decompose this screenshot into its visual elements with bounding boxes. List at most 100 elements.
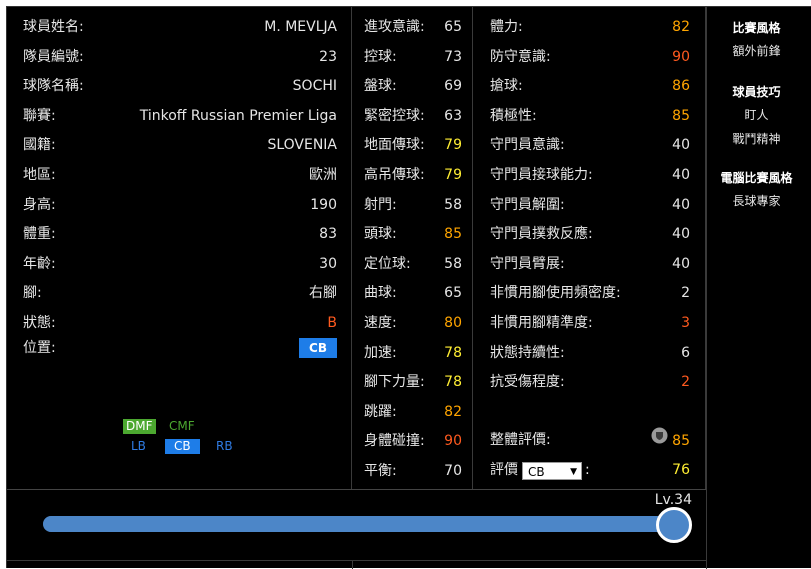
level-slider-fill xyxy=(43,516,673,532)
profile-row-value: Tinkoff Russian Premier Liga xyxy=(139,107,337,124)
attribute-row-value: 90 xyxy=(672,48,690,65)
attribute-row-value: 58 xyxy=(444,196,462,213)
attribute-row-label: 腳下力量: xyxy=(364,374,425,391)
attribute-row-value: 6 xyxy=(681,344,690,361)
attribute-row-label: 守門員解圍: xyxy=(490,196,565,213)
profile-row: 聯賽: Tinkoff Russian Premier Liga xyxy=(23,102,337,132)
skills-title: 球員技巧 xyxy=(732,85,781,99)
profile-row: 腳: 右腳 xyxy=(23,279,337,309)
attribute-row-label: 速度: xyxy=(364,315,397,331)
attribute-row-value: 65 xyxy=(444,285,462,302)
profile-row-value: 30 xyxy=(319,255,337,272)
attribute-row-label: 高吊傳球: xyxy=(364,167,425,183)
attribute-row-label: 防守意識: xyxy=(490,48,551,65)
attribute-row-value: 40 xyxy=(672,255,690,272)
rating-value: 76 xyxy=(672,462,690,478)
attribute-row-value: 79 xyxy=(444,167,462,183)
profile-row-value: 23 xyxy=(319,48,337,65)
attribute-row: 狀態持續性: 6 xyxy=(490,339,690,369)
overall-row: 整體評價: 85 xyxy=(490,426,690,456)
attribute-row: 守門員撲救反應: 40 xyxy=(490,220,690,250)
attribute-row: 高吊傳球: 79 xyxy=(364,161,462,191)
attribute-row: 身體碰撞: 90 xyxy=(364,427,462,457)
profile-row-value: 190 xyxy=(310,196,337,213)
attribute-row-value: 40 xyxy=(672,226,690,243)
attribute-row-label: 曲球: xyxy=(364,285,397,302)
attribute-row-value: 69 xyxy=(444,78,462,95)
attribute-row: 盤球: 69 xyxy=(364,72,462,102)
attribute-row-label: 守門員接球能力: xyxy=(490,167,593,183)
attribute-row-value: 65 xyxy=(444,19,462,35)
level-slider-thumb[interactable] xyxy=(656,507,692,543)
level-slider-track[interactable] xyxy=(43,507,692,543)
attribute-row-label: 非慣用腳使用頻密度: xyxy=(490,285,621,302)
attribute-row-value: 40 xyxy=(672,196,690,213)
attribute-row-label: 定位球: xyxy=(364,255,411,272)
rating-position-select[interactable]: CB ▼ xyxy=(522,461,582,480)
profile-row-label: 體重: xyxy=(23,226,56,243)
attribute-row-value: 86 xyxy=(672,78,690,95)
attribute-row-value: 79 xyxy=(444,137,462,154)
skill-item: 戰鬥精神 xyxy=(732,132,781,146)
attribute-row-label: 盤球: xyxy=(364,78,397,95)
side-panel: 比賽風格 額外前鋒 球員技巧 盯人 戰鬥精神 電腦比賽風格 長球專家 xyxy=(706,7,806,569)
position-badge: CB xyxy=(299,338,337,358)
attribute-row-label: 緊密控球: xyxy=(364,107,425,124)
attribute-row: 守門員解圍: 40 xyxy=(490,191,690,221)
profile-row-value: 83 xyxy=(319,226,337,243)
attribute-row-value: 40 xyxy=(672,167,690,183)
attribute-row: 守門員臂展: 40 xyxy=(490,250,690,280)
attribute-row: 進攻意識: 65 xyxy=(364,13,462,43)
position-map: DMF CMF LB CB RB xyxy=(119,417,239,457)
profile-row-label: 身高: xyxy=(23,196,56,213)
profile-row: 年齡: 30 xyxy=(23,250,337,280)
attribute-row: 搶球: 86 xyxy=(490,72,690,102)
attribute-row: 非慣用腳使用頻密度: 2 xyxy=(490,279,690,309)
attribute-row-label: 射門: xyxy=(364,196,397,213)
attribute-row-value: 85 xyxy=(672,107,690,124)
attribute-row-label: 進攻意識: xyxy=(364,19,425,35)
position-map-cmf: CMF xyxy=(169,419,195,433)
attribute-row-value: 78 xyxy=(444,344,462,361)
chevron-down-icon: ▼ xyxy=(570,466,577,477)
attribute-row: 定位球: 58 xyxy=(364,250,462,280)
attribute-row-value: 78 xyxy=(444,374,462,391)
profile-panel: 球員姓名: M. MEVLJA 隊員編號: 23 球隊名稱: SOCHI 聯賽: Tinkof… xyxy=(7,7,352,489)
attribute-row-label: 頭球: xyxy=(364,226,397,243)
play-style-title: 比賽風格 xyxy=(732,21,781,35)
attribute-row-value: 82 xyxy=(444,403,462,420)
player-card: 球員姓名: M. MEVLJA 隊員編號: 23 球隊名稱: SOCHI 聯賽: Tinkof… xyxy=(6,6,811,569)
profile-row-label: 腳: xyxy=(23,285,42,302)
attribute-row-value: 85 xyxy=(444,226,462,243)
attribute-row: 抗受傷程度: 2 xyxy=(490,368,690,398)
attribute-row-label: 身體碰撞: xyxy=(364,433,425,450)
attribute-row-value: 73 xyxy=(444,48,462,65)
play-style-value: 額外前鋒 xyxy=(732,44,781,58)
attribute-row-value: 80 xyxy=(444,315,462,331)
profile-row-label: 球員姓名: xyxy=(23,19,84,35)
level-panel: Lv.34 xyxy=(7,489,706,561)
profile-row-value: SOCHI xyxy=(292,78,337,95)
profile-row-value: SLOVENIA xyxy=(267,137,337,154)
attribute-row: 速度: 80 xyxy=(364,309,462,339)
profile-row-value: 右腳 xyxy=(309,285,337,302)
ai-style-title: 電腦比賽風格 xyxy=(720,171,793,185)
attribute-row: 頭球: 85 xyxy=(364,220,462,250)
profile-row: 體重: 83 xyxy=(23,220,337,250)
attribute-row: 平衡: 70 xyxy=(364,457,462,487)
level-label: Lv.34 xyxy=(654,492,692,508)
position-map-dmf: DMF xyxy=(123,419,156,434)
attribute-row-label: 控球: xyxy=(364,48,397,65)
overall-label: 整體評價: xyxy=(490,432,551,448)
position-row: 位置: CB xyxy=(23,334,337,364)
attribute-row: 體力: 82 xyxy=(490,13,690,43)
profile-row: 隊員編號: 23 xyxy=(23,43,337,73)
attribute-row: 守門員接球能力: 40 xyxy=(490,161,690,191)
profile-row: 國籍: SLOVENIA xyxy=(23,131,337,161)
profile-row: 球隊名稱: SOCHI xyxy=(23,72,337,102)
attribute-row-label: 非慣用腳精準度: xyxy=(490,315,593,331)
profile-row-value: M. MEVLJA xyxy=(264,19,337,35)
attribute-row: 非慣用腳精準度: 3 xyxy=(490,309,690,339)
attribute-row: 守門員意識: 40 xyxy=(490,131,690,161)
attributes-panel-b: 體力: 82 防守意識: 90 搶球: 86 積極性: 85 守門員意識: 40 守門員接球能力: 4… xyxy=(473,7,706,489)
